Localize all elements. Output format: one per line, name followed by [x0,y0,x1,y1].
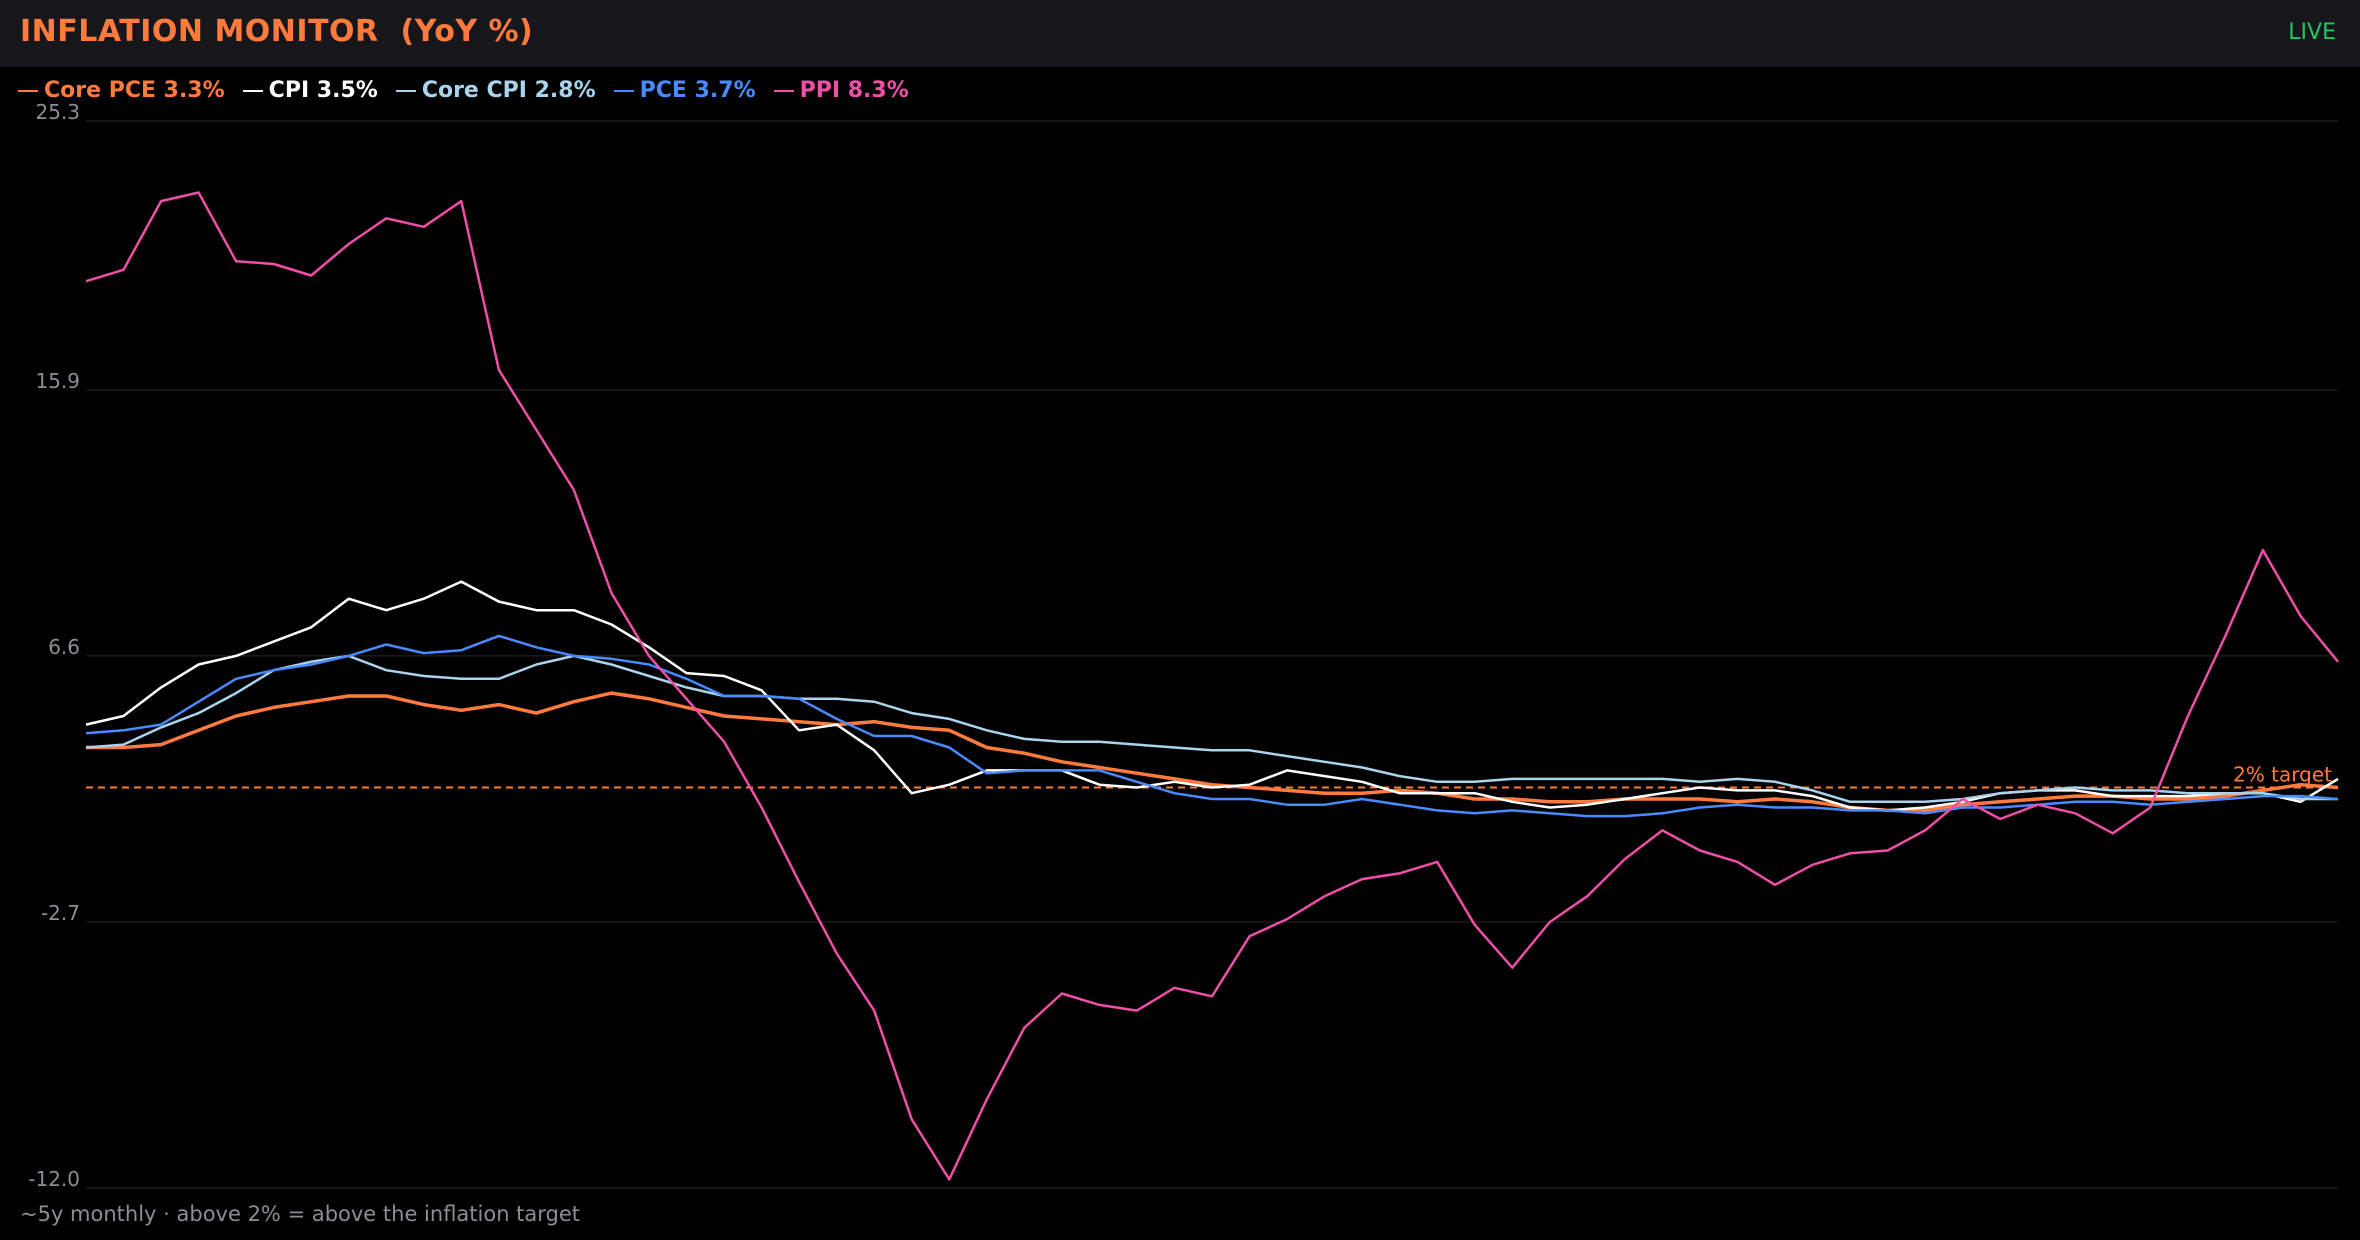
series-line-cpi [85,580,2339,812]
y-tick-label: -12.0 [28,1167,80,1191]
grid-lines [86,120,2338,1189]
y-axis-tick-labels: 25.3 15.9 6.6 -2.7 -12.0 [28,100,80,1191]
inflation-line-chart: 25.3 15.9 6.6 -2.7 -12.0 2% target [28,100,2339,1191]
target-reference-label: 2% target [2233,763,2332,787]
series-lines [85,191,2339,1181]
y-tick-label: -2.7 [41,901,80,925]
chart-footnote: ~5y monthly · above 2% = above the infla… [20,1202,581,1226]
y-tick-label: 25.3 [35,100,80,124]
series-line-core-cpi [85,654,2338,804]
y-tick-label: 6.6 [48,635,80,659]
series-line-pce [85,634,2339,818]
series-line-ppi [85,191,2339,1181]
y-tick-label: 15.9 [35,369,80,393]
